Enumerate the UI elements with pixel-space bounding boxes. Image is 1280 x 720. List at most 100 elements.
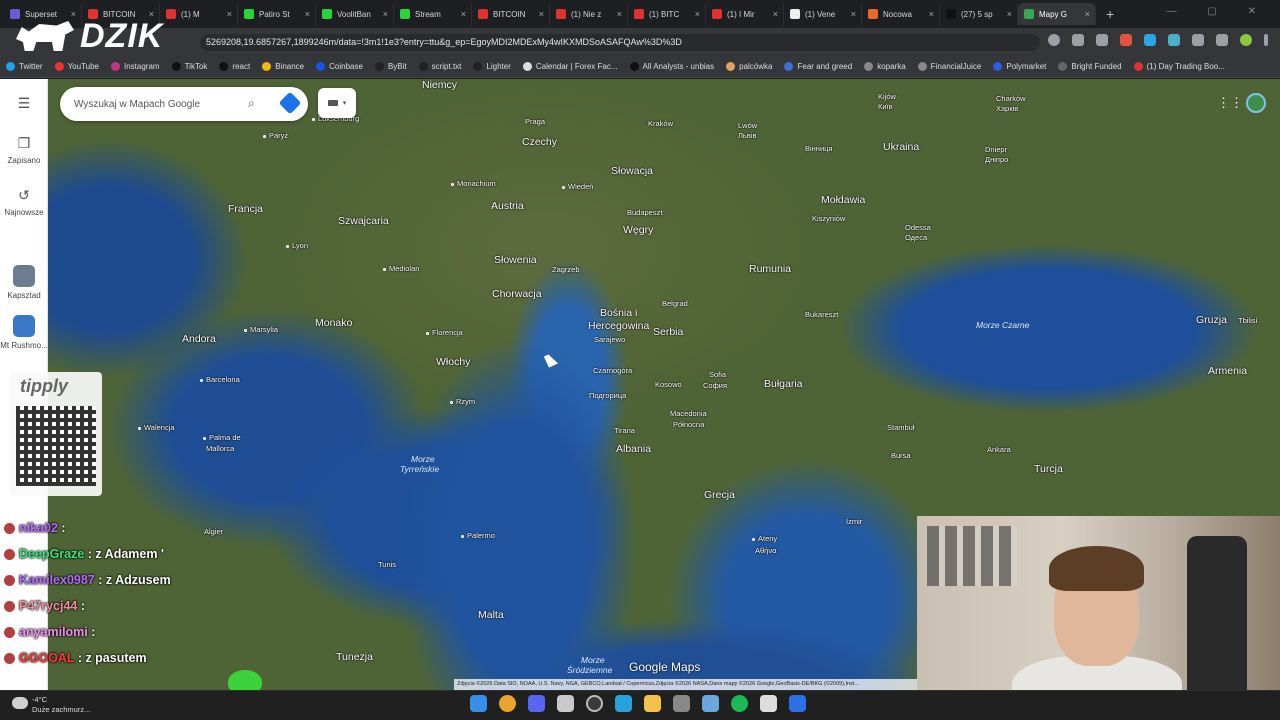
telegram-icon[interactable] — [615, 695, 632, 712]
bookmark-item[interactable]: Twitter — [6, 62, 43, 71]
browser-tab[interactable]: Patiro St × — [238, 3, 316, 25]
bookmark-item[interactable]: Fear and greed — [784, 62, 852, 71]
close-tab-icon[interactable]: × — [227, 9, 232, 19]
close-tab-icon[interactable]: × — [851, 9, 856, 19]
extension-icon[interactable] — [1120, 34, 1132, 46]
bookmark-item[interactable]: YouTube — [54, 62, 99, 71]
close-tab-icon[interactable]: × — [1085, 9, 1090, 19]
browser-tab[interactable]: Mapy G × — [1018, 3, 1096, 25]
browser-tab[interactable]: (1) Vene × — [784, 3, 862, 25]
map-label: Gruzja — [1196, 314, 1227, 326]
bookmark-label: react — [232, 62, 251, 71]
bookmark-item[interactable]: Bright Funded — [1058, 62, 1122, 71]
app-icon[interactable] — [673, 695, 690, 712]
close-tab-icon[interactable]: × — [773, 9, 778, 19]
weather-desc: Duże zachmurz... — [32, 705, 91, 714]
bookmark-item[interactable]: ByBit — [374, 62, 407, 71]
windows-start-icon[interactable] — [470, 695, 487, 712]
file-explorer-icon[interactable] — [644, 695, 661, 712]
window-controls[interactable]: — ▢ ✕ — [1167, 6, 1270, 17]
map-label: Czarnogóra — [593, 366, 633, 375]
bookmark-item[interactable]: koparka — [864, 62, 906, 71]
google-apps-icon[interactable]: ⋮⋮ — [1217, 95, 1243, 111]
bookmark-item[interactable]: palcówka — [726, 62, 772, 71]
close-tab-icon[interactable]: × — [383, 9, 388, 19]
bookmark-item[interactable]: Coinbase — [316, 62, 363, 71]
bookmark-item[interactable]: FinancialJuice — [917, 62, 981, 71]
map-label: Харків — [996, 104, 1019, 113]
close-tab-icon[interactable]: × — [461, 9, 466, 19]
browser-tab[interactable]: (1) Nie z × — [550, 3, 628, 25]
bookmark-item[interactable]: Calendar | Forex Fac... — [522, 62, 618, 71]
map-label: Szwajcaria — [338, 215, 389, 227]
tab-label: Nocowa — [883, 9, 912, 19]
bookmark-item[interactable]: script.txt — [418, 62, 461, 71]
browser-tab[interactable]: (27) 5 sp × — [940, 3, 1018, 25]
new-tab-button[interactable]: + — [1106, 6, 1114, 22]
browser-tab[interactable]: BITCOIN × — [472, 3, 550, 25]
app-icon[interactable] — [789, 695, 806, 712]
account-avatar[interactable] — [1246, 93, 1266, 113]
close-tab-icon[interactable]: × — [929, 9, 934, 19]
recent-place-rushmore[interactable]: Mt Rushmo... — [0, 315, 48, 350]
map-attribution[interactable]: Zdjęcia ©2026 Data SIO, NOAA, U.S. Navy,… — [454, 679, 920, 690]
bookmark-item[interactable]: TikTok — [171, 62, 207, 71]
chat-username: nika02 — [19, 521, 58, 535]
map-label: Słowenia — [494, 254, 537, 266]
browser-tab[interactable]: (1) I Mir × — [706, 3, 784, 25]
app-icon[interactable] — [702, 695, 719, 712]
menu-button[interactable]: ☰ — [0, 95, 48, 116]
bookmark-item[interactable]: Lighter — [473, 62, 511, 71]
obs-icon[interactable] — [586, 695, 603, 712]
close-tab-icon[interactable]: × — [695, 9, 700, 19]
chat-username: P47rycj44 — [19, 599, 78, 613]
map-label: Francja — [228, 203, 264, 215]
browser-tab[interactable]: VoolitBan × — [316, 3, 394, 25]
bookmark-item[interactable]: Binance — [262, 62, 304, 71]
sidebar-icon[interactable] — [1216, 34, 1228, 46]
map-label: Dniepr — [985, 145, 1008, 154]
chat-separator: : — [84, 547, 96, 561]
location-icon[interactable] — [1048, 34, 1060, 46]
profile-avatar[interactable] — [1240, 34, 1252, 46]
close-tab-icon[interactable]: × — [1007, 9, 1012, 19]
maps-search-input[interactable]: Wyszukaj w Mapach Google — [60, 87, 308, 121]
saved-button[interactable]: ❐ Zapisano — [0, 135, 48, 165]
close-tab-icon[interactable]: × — [617, 9, 622, 19]
bookmark-item[interactable]: Instagram — [111, 62, 160, 71]
layers-button[interactable]: ▾ — [318, 88, 356, 118]
tab-label: (27) 5 sp — [961, 9, 993, 19]
search-icon[interactable]: ⌕ — [248, 96, 262, 110]
bookmark-star-icon[interactable] — [1096, 34, 1108, 46]
browser-tab[interactable]: Nocowa × — [862, 3, 940, 25]
browser-tab[interactable]: Stream × — [394, 3, 472, 25]
chrome-icon[interactable] — [499, 695, 516, 712]
bookmark-item[interactable]: Polymarket — [993, 62, 1046, 71]
bookmark-item[interactable]: All Analysts - unbias — [629, 62, 714, 71]
tab-label: (1) BITC — [649, 9, 680, 19]
bookmark-item[interactable]: react — [219, 62, 250, 71]
browser-tab[interactable]: (1) BITC × — [628, 3, 706, 25]
more-menu-icon[interactable] — [1264, 34, 1268, 46]
extensions-puzzle-icon[interactable] — [1192, 34, 1204, 46]
discord-icon[interactable] — [528, 695, 545, 712]
map-label: Ankara — [987, 445, 1011, 454]
extension-icon[interactable] — [1168, 34, 1180, 46]
spotify-icon[interactable] — [731, 695, 748, 712]
url-field[interactable]: 5269208,19.6857267,1899246m/data=!3m1!1e… — [200, 34, 1040, 51]
extension-icon[interactable] — [1144, 34, 1156, 46]
recent-button[interactable]: ↺ Najnowsze — [0, 187, 48, 217]
tab-label: VoolitBan — [337, 9, 371, 19]
install-icon[interactable] — [1072, 34, 1084, 46]
close-tab-icon[interactable]: × — [305, 9, 310, 19]
app-icon[interactable] — [760, 695, 777, 712]
map-label: Algier — [204, 527, 224, 536]
app-icon[interactable] — [557, 695, 574, 712]
bookmark-item[interactable]: (1) Day Trading Boo... — [1133, 62, 1225, 71]
toolbar-icons — [1048, 34, 1268, 46]
close-tab-icon[interactable]: × — [539, 9, 544, 19]
recent-place-kapsztad[interactable]: Kapsztad — [0, 265, 48, 300]
boar-logo-icon — [16, 21, 74, 51]
tab-favicon-icon — [322, 9, 332, 19]
map-label: Włochy — [436, 356, 471, 368]
